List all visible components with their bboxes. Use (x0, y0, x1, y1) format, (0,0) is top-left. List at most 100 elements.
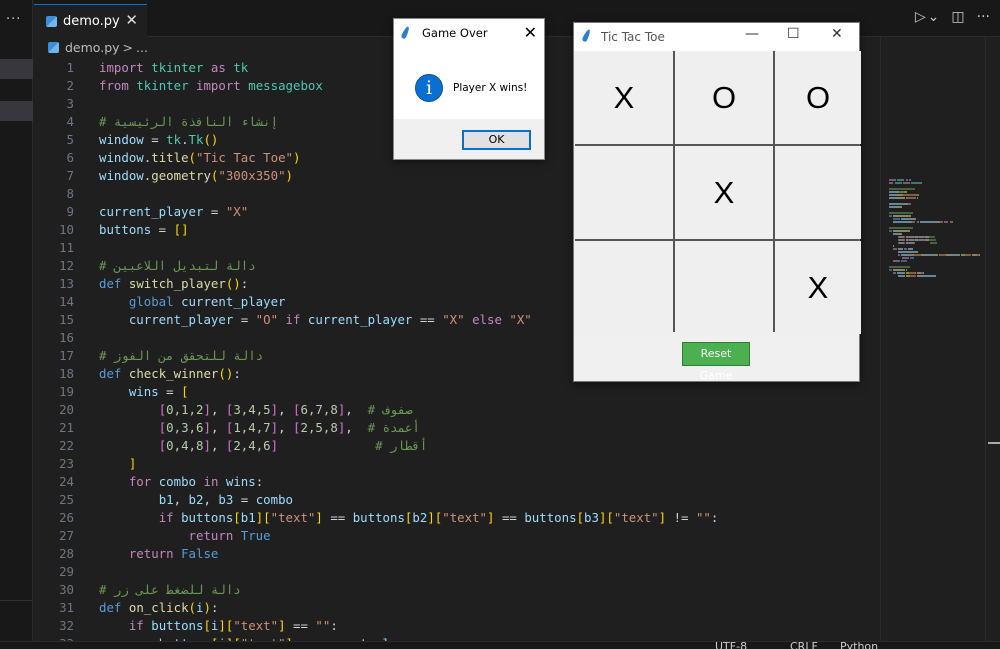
minimize-icon[interactable]: — (745, 26, 759, 42)
code-token: title (151, 150, 189, 165)
code-line: 22 [0,4,8], [2,4,6] # أقطار (34, 437, 880, 455)
board-cell[interactable] (575, 146, 673, 239)
minimap-mark (889, 194, 896, 196)
editor-toolbar: ▷ ⌄ ◫ ··· (915, 9, 990, 25)
breadcrumb-file[interactable]: demo.py (65, 40, 120, 55)
code-token: = (158, 384, 182, 399)
explorer-item[interactable] (0, 59, 33, 79)
code-token: for (128, 474, 152, 489)
code-token: global (128, 294, 174, 309)
status-eol[interactable]: CRLF (790, 642, 818, 649)
code-token: def (99, 276, 122, 291)
code-token: == (412, 312, 443, 327)
minimap-mark (896, 179, 905, 181)
board-cell[interactable]: O (775, 51, 861, 144)
code-token: = (203, 204, 226, 219)
code-line: 29 (34, 563, 880, 581)
code-token: ] (203, 420, 211, 435)
status-language[interactable]: Python (840, 642, 878, 649)
line-number: 12 (59, 258, 74, 273)
run-icon[interactable]: ▷ (915, 9, 926, 25)
code-token: b2 (188, 492, 204, 507)
minimap-mark (926, 254, 935, 256)
code-line: 19 wins = [ (34, 383, 880, 401)
explorer-item[interactable] (0, 101, 33, 121)
code-token: 2,5,8 (300, 420, 338, 435)
board-cell[interactable]: O (675, 51, 773, 144)
code-token: current_player (128, 312, 234, 327)
minimap[interactable] (880, 37, 985, 641)
code-token: if (158, 510, 174, 525)
minimap-mark (904, 248, 907, 250)
chevron-down-icon[interactable]: ⌄ (928, 9, 940, 25)
code-token: = (143, 132, 167, 147)
code-token: , (210, 402, 226, 417)
more-actions-icon[interactable]: ··· (977, 9, 990, 25)
minimap-mark (897, 254, 900, 256)
minimap-mark (889, 182, 894, 184)
minimap-mark (909, 257, 915, 259)
close-icon[interactable]: ✕ (831, 26, 843, 42)
code-line: 31 def on_click(i): (34, 599, 880, 617)
vertical-scrollbar[interactable] (985, 37, 1000, 641)
split-editor-icon[interactable]: ◫ (951, 9, 964, 25)
code-token: b1 (158, 492, 174, 507)
more-icon[interactable]: ··· (6, 12, 21, 27)
code-token: b3 (584, 510, 599, 525)
ok-button[interactable]: OK (462, 130, 531, 150)
close-icon[interactable]: ✕ (524, 23, 537, 42)
minimap-mark (889, 203, 905, 205)
line-number: 28 (59, 546, 74, 561)
code-token: current_player (99, 204, 204, 219)
minimap-mark (901, 218, 917, 220)
code-token: 0,1,2 (166, 402, 204, 417)
code-token: = (233, 312, 256, 327)
minimap-mark (929, 242, 938, 244)
code-token: b3 (218, 492, 234, 507)
code-line: 30 # دالة للضغط على زر (34, 581, 880, 599)
board-cell[interactable] (575, 241, 673, 334)
minimap-mark (911, 182, 922, 184)
line-number: 10 (59, 222, 74, 237)
code-line: 25 b1, b2, b3 = combo (34, 491, 880, 509)
feather-icon (581, 28, 592, 43)
line-number: 31 (59, 600, 74, 615)
minimap-mark (908, 179, 911, 181)
code-token: , (210, 438, 226, 453)
code-token: if (128, 618, 144, 633)
minimap-mark (897, 275, 906, 277)
tic-tac-toe-window: Tic Tac Toe — ☐ ✕ X O O X X Reset Game (573, 22, 861, 382)
code-token: , (278, 402, 294, 417)
minimap-mark (893, 272, 896, 274)
breadcrumb-more[interactable]: ... (136, 40, 148, 55)
board-cell[interactable]: X (775, 241, 861, 334)
reset-game-button[interactable]: Reset Game (682, 342, 750, 382)
maximize-icon[interactable]: ☐ (787, 26, 800, 42)
code-token: switch_player (128, 276, 226, 291)
status-encoding[interactable]: UTF-8 (715, 642, 747, 649)
code-token: in (203, 474, 219, 489)
breadcrumb-separator: > (122, 40, 134, 55)
board-cell[interactable] (775, 146, 861, 239)
board-cell[interactable] (675, 241, 773, 334)
board-cell[interactable]: X (675, 146, 773, 239)
minimap-mark (901, 260, 907, 262)
minimap-mark (949, 221, 953, 223)
code-token: [ (233, 510, 241, 525)
dialog-titlebar: Game Over ✕ (394, 19, 544, 47)
board-cell[interactable]: X (575, 51, 673, 144)
close-tab-icon[interactable]: ✕ (125, 11, 138, 29)
code-token: : (240, 276, 249, 291)
code-token: return (188, 528, 234, 543)
minimap-mark (920, 275, 937, 277)
tab-demo-py[interactable]: demo.py ✕ (34, 4, 147, 37)
